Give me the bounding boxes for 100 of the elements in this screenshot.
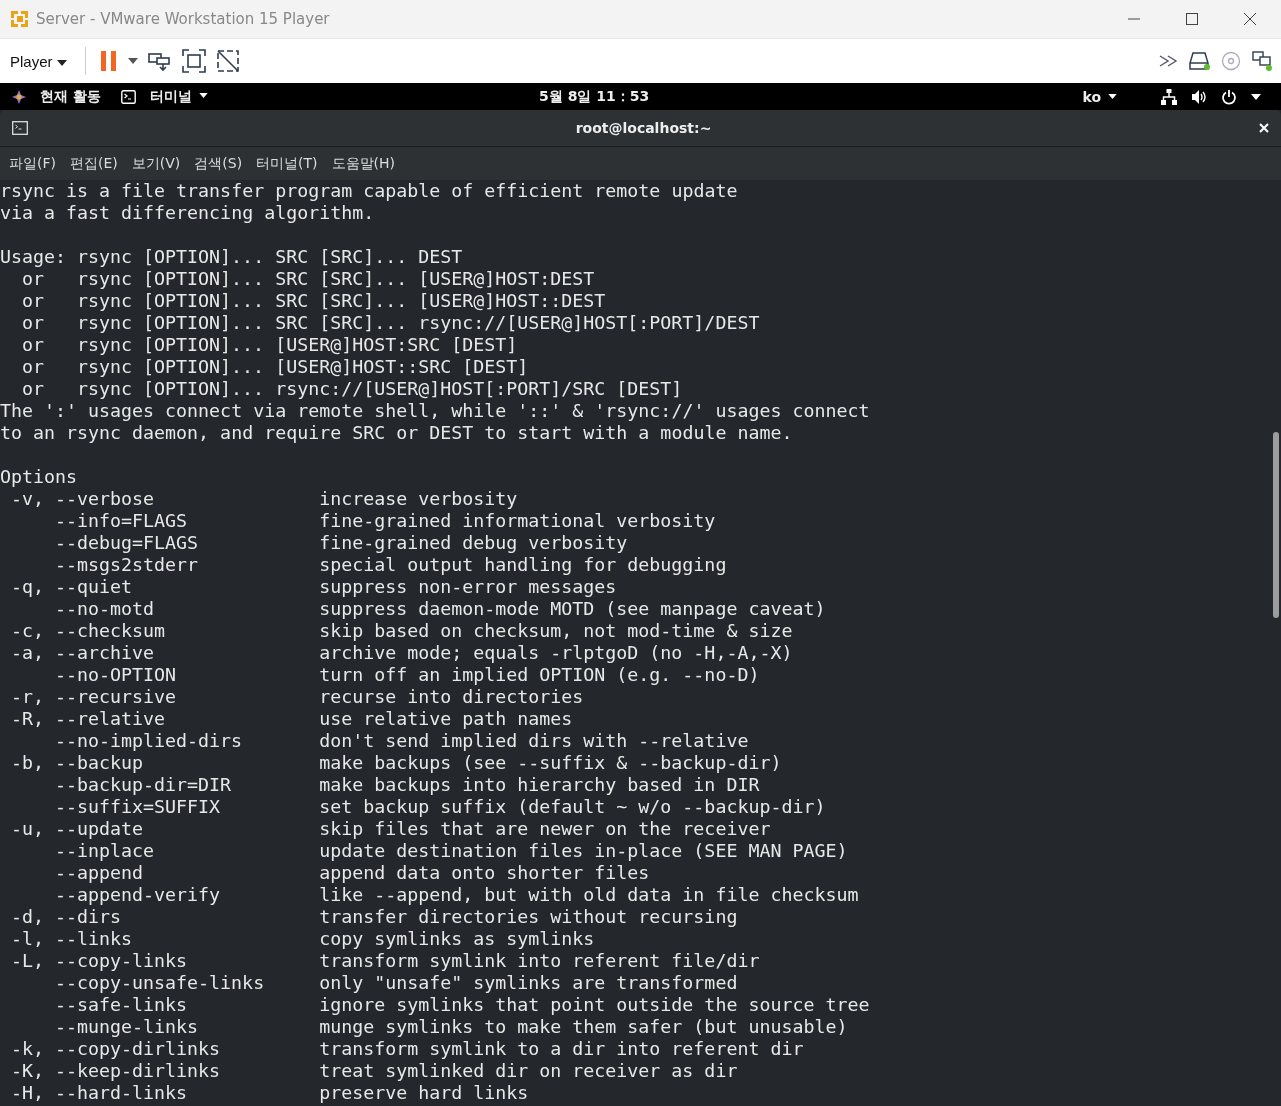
output-line: via a fast differencing algorithm. xyxy=(0,202,375,224)
short-option: -L, xyxy=(11,950,45,971)
option-description: use relative path names xyxy=(319,708,573,730)
long-option: --info=FLAGS xyxy=(55,510,188,531)
long-option: --relative xyxy=(55,708,166,729)
option-description: increase verbosity xyxy=(319,488,518,510)
short-option: -l, xyxy=(11,928,45,949)
menu-item[interactable]: 보기(V) xyxy=(131,154,181,173)
option-description: update destination files in-place (SEE MAN PAGE) xyxy=(319,840,848,862)
clock[interactable]: 5월 8일 11：53 xyxy=(539,87,650,106)
long-option: --no-motd xyxy=(55,598,155,619)
fullscreen-icon[interactable] xyxy=(181,49,206,73)
option-description: set backup suffix (default ~ w/o --backup-dir) xyxy=(319,796,826,818)
caret-icon xyxy=(198,93,208,98)
usage-label: or xyxy=(22,334,45,356)
option-description: ignore symlinks that point outside the source tree xyxy=(319,994,870,1016)
input-method-menu[interactable]: ko xyxy=(1082,88,1125,105)
usage-command: rsync [OPTION]... SRC [SRC]... [USER@]HOST:DEST xyxy=(77,268,595,290)
usage-label: or xyxy=(22,356,45,378)
window-title: Server - VMware Workstation 15 Player xyxy=(36,10,330,28)
long-option: --keep-dirlinks xyxy=(55,1060,221,1081)
unity-icon[interactable] xyxy=(215,49,240,73)
long-option: --msgs2stderr xyxy=(55,554,199,575)
option-description: recurse into directories xyxy=(319,686,584,708)
network-adapter-icon[interactable] xyxy=(1251,50,1273,72)
app-menu[interactable]: 터미널 xyxy=(149,87,216,106)
pause-icon[interactable] xyxy=(99,50,118,72)
short-option: -b, xyxy=(11,752,45,773)
options-heading: Options xyxy=(0,466,78,488)
hard-disk-icon[interactable] xyxy=(1189,51,1211,71)
activities-logo-icon xyxy=(12,89,26,104)
option-description: skip based on checksum, not mod-time & size xyxy=(319,620,793,642)
system-menu-caret-icon[interactable] xyxy=(1251,93,1261,100)
short-option: -u, xyxy=(11,818,45,839)
caret-icon xyxy=(1108,94,1117,99)
close-icon[interactable] xyxy=(1243,12,1257,26)
option-description: transform symlink to a dir into referent dir xyxy=(319,1038,804,1060)
long-option: --safe-links xyxy=(55,994,188,1015)
option-description: munge symlinks to make them safer (but unusable) xyxy=(319,1016,848,1038)
network-icon[interactable] xyxy=(1161,88,1177,105)
long-option: --quiet xyxy=(55,576,133,597)
output-line: rsync is a file transfer program capable of efficient remote update xyxy=(0,180,738,202)
option-description: special output handling for debugging xyxy=(319,554,727,576)
long-option: --update xyxy=(55,818,144,839)
usage-command: rsync [OPTION]... SRC [SRC]... rsync://[USER@]HOST[:PORT]/DEST xyxy=(77,312,760,334)
option-description: treat symlinked dir on receiver as dir xyxy=(319,1060,738,1082)
send-keys-icon[interactable] xyxy=(147,50,172,72)
menu-item[interactable]: 편집(E) xyxy=(70,154,118,173)
double-chevron-icon[interactable] xyxy=(1159,55,1179,67)
long-option: --verbose xyxy=(55,488,155,509)
terminal-window-icon xyxy=(12,121,28,135)
menu-item[interactable]: 도움말(H) xyxy=(331,154,396,173)
volume-icon[interactable] xyxy=(1191,88,1207,105)
long-option: --inplace xyxy=(55,840,155,861)
short-option: -H, xyxy=(11,1082,45,1103)
usage-label: or xyxy=(22,378,45,400)
menu-item[interactable]: 검색(S) xyxy=(194,154,243,173)
long-option: --append xyxy=(55,862,144,883)
short-option: -R, xyxy=(11,708,45,729)
long-option: --suffix=SUFFIX xyxy=(55,796,221,817)
player-menu-button[interactable]: Player xyxy=(6,48,71,74)
usage-label: or xyxy=(22,290,45,312)
long-option: --copy-unsafe-links xyxy=(55,972,265,993)
maximize-icon[interactable] xyxy=(1185,12,1199,26)
menu-item[interactable]: 파일(F) xyxy=(9,154,56,173)
usage-label: or xyxy=(22,268,45,290)
option-description: don't send implied dirs with --relative xyxy=(319,730,749,752)
long-option: --archive xyxy=(55,642,155,663)
usage-command: rsync [OPTION]... SRC [SRC]... [USER@]HOST::DEST xyxy=(77,290,606,312)
long-option: --append-verify xyxy=(55,884,221,905)
option-description: preserve hard links xyxy=(319,1082,529,1104)
option-description: make backups (see --suffix & --backup-dir) xyxy=(319,752,782,774)
menu-item[interactable]: 터미널(T) xyxy=(256,154,318,173)
option-description: archive mode; equals -rlptgoD (no -H,-A,-X) xyxy=(319,642,793,664)
option-description: skip files that are newer on the receiver xyxy=(319,818,771,840)
short-option: -r, xyxy=(11,686,45,707)
option-description: append data onto shorter files xyxy=(319,862,650,884)
long-option: --no-implied-dirs xyxy=(55,730,243,751)
long-option: --debug=FLAGS xyxy=(55,532,199,553)
short-option: -q, xyxy=(11,576,45,597)
activities-button[interactable]: 현재 활동 xyxy=(40,87,101,106)
option-description: fine-grained debug verbosity xyxy=(319,532,628,554)
output-line: The ':' usages connect via remote shell, while '::' & 'rsync://' usages connect xyxy=(0,400,870,422)
dropdown-caret-icon[interactable] xyxy=(127,58,138,64)
usage-command: rsync [OPTION]... SRC [SRC]... DEST xyxy=(77,246,463,268)
option-description: transfer directories without recursing xyxy=(319,906,738,928)
long-option: --hard-links xyxy=(55,1082,188,1103)
long-option: --no-OPTION xyxy=(55,664,177,685)
short-option: -K, xyxy=(11,1060,45,1081)
short-option: -k, xyxy=(11,1038,45,1059)
option-description: transform symlink into referent file/dir xyxy=(319,950,760,972)
long-option: --copy-links xyxy=(55,950,188,971)
power-icon[interactable] xyxy=(1221,88,1237,105)
short-option: -a, xyxy=(11,642,45,663)
short-option: -v, xyxy=(11,488,45,509)
long-option: --copy-dirlinks xyxy=(55,1038,221,1059)
long-option: --munge-links xyxy=(55,1016,199,1037)
scrollbar-thumb[interactable] xyxy=(1273,432,1279,618)
short-option: -c, xyxy=(11,620,45,641)
short-option: -d, xyxy=(11,906,45,927)
